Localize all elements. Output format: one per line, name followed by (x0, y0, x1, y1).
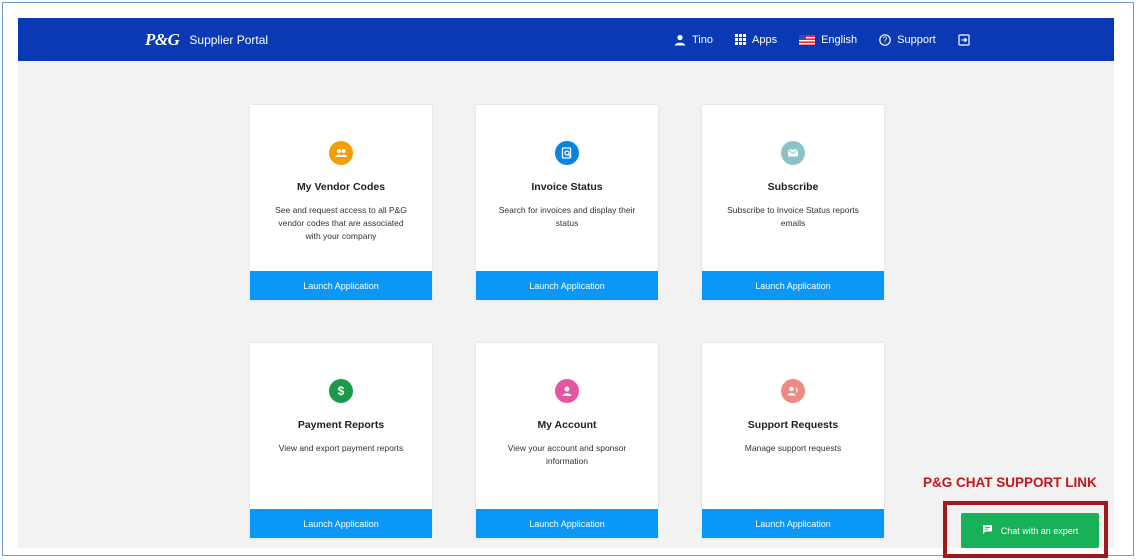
launch-application-button[interactable]: Launch Application (702, 509, 884, 538)
chat-with-expert-button[interactable]: Chat with an expert (961, 513, 1099, 548)
top-navigation-bar: P&G Supplier Portal Tino Apps English ? … (18, 18, 1114, 61)
language-selector[interactable]: English (799, 34, 857, 46)
card-title: Invoice Status (531, 181, 603, 193)
card-my-vendor-codes: My Vendor Codes See and request access t… (250, 105, 432, 300)
launch-application-button[interactable]: Launch Application (476, 509, 658, 538)
us-flag-icon (799, 34, 816, 45)
launch-application-button[interactable]: Launch Application (476, 271, 658, 300)
chat-button-label: Chat with an expert (1000, 525, 1079, 536)
mail-icon (781, 141, 805, 165)
support-menu[interactable]: ? Support (879, 34, 936, 46)
language-label: English (821, 33, 858, 46)
card-description: View your account and sponsor informatio… (507, 443, 627, 466)
card-title: My Vendor Codes (296, 181, 386, 193)
card-invoice-status: Invoice Status Search for invoices and d… (476, 105, 658, 300)
user-name: Tino (692, 33, 713, 46)
apps-label: Apps (752, 33, 778, 46)
card-description: Manage support requests (744, 443, 842, 453)
dollar-icon: $ (329, 379, 353, 403)
card-title: Support Requests (747, 419, 839, 431)
card-description: Search for invoices and display their st… (498, 205, 636, 228)
chat-support-annotation: P&G CHAT SUPPORT LINK (923, 475, 1097, 490)
svg-text:?: ? (883, 35, 888, 44)
logout-button[interactable] (958, 33, 970, 46)
invoice-search-icon (555, 141, 579, 165)
card-description: View and export payment reports (278, 443, 404, 453)
support-label: Support (897, 33, 936, 46)
apps-menu[interactable]: Apps (735, 34, 777, 46)
help-circle-icon: ? (879, 33, 891, 46)
brand[interactable]: P&G Supplier Portal (145, 30, 268, 50)
grid-icon (735, 34, 746, 45)
launch-application-button[interactable]: Launch Application (250, 509, 432, 538)
card-description: See and request access to all P&G vendor… (275, 205, 407, 241)
card-title: Subscribe (767, 181, 819, 193)
svg-text:$: $ (338, 384, 345, 398)
card-support-requests: Support Requests Manage support requests… (702, 343, 884, 538)
card-subscribe: Subscribe Subscribe to Invoice Status re… (702, 105, 884, 300)
card-title: My Account (537, 419, 597, 431)
card-payment-reports: $ Payment Reports View and export paymen… (250, 343, 432, 538)
vendor-group-icon (329, 141, 353, 165)
pg-logo: P&G (145, 30, 180, 49)
launch-application-button[interactable]: Launch Application (250, 271, 432, 300)
card-description: Subscribe to Invoice Status reports emai… (727, 205, 859, 228)
account-icon (555, 379, 579, 403)
launch-application-button[interactable]: Launch Application (702, 271, 884, 300)
portal-app: P&G Supplier Portal Tino Apps English ? … (18, 18, 1114, 548)
card-my-account: My Account View your account and sponsor… (476, 343, 658, 538)
user-icon (674, 34, 686, 46)
support-user-icon (781, 379, 805, 403)
user-menu[interactable]: Tino (674, 34, 713, 46)
portal-title: Supplier Portal (189, 33, 269, 47)
logout-icon (958, 33, 970, 46)
header-nav: Tino Apps English ? Support (674, 18, 992, 61)
card-title: Payment Reports (297, 419, 385, 431)
chat-bubble-icon (982, 524, 993, 537)
